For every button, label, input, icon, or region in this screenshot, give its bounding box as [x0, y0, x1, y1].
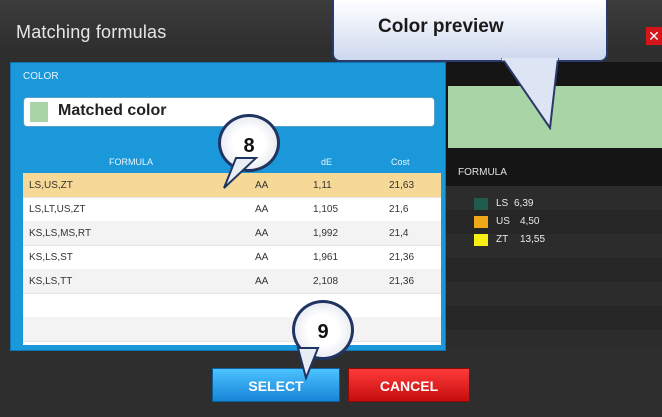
preview-formula-list: LS 6,39 US 4,50 ZT 13,55 [446, 186, 662, 349]
component-value: 4,50 [520, 216, 540, 227]
table-row[interactable]: LS,LT,US,ZT AA 1,105 21,6 [23, 197, 441, 222]
preview-formula-header: FORMULA [458, 167, 507, 178]
component-name: ZT [496, 234, 509, 245]
callout-text: Color preview [378, 16, 504, 37]
component-swatch [474, 234, 488, 246]
color-match-panel: COLOR Matched color FORMULA dE Cost LS,U… [10, 62, 446, 351]
cell-quality: AA [255, 252, 269, 263]
color-preview-callout: Color preview [332, 0, 608, 62]
cell-cost: 21,36 [389, 276, 415, 287]
cell-quality: AA [255, 276, 269, 287]
table-row-empty [23, 293, 441, 318]
cell-formula: KS,LS,MS,RT [29, 228, 92, 239]
component-value: 6,39 [514, 198, 534, 209]
cell-cost: 21,36 [389, 252, 415, 263]
header-de[interactable]: dE [321, 157, 332, 167]
close-button[interactable]: ✕ [646, 27, 662, 45]
table-row[interactable]: KS,LS,TT AA 2,108 21,36 [23, 269, 441, 294]
cell-cost: 21,6 [389, 204, 409, 215]
cell-de: 2,108 [313, 276, 339, 287]
table-row[interactable]: KS,LS,MS,RT AA 1,992 21,4 [23, 221, 441, 246]
color-label: COLOR [23, 71, 59, 82]
cell-de: 1,992 [313, 228, 339, 239]
table-row-empty [23, 317, 441, 342]
cell-de: 1,11 [313, 180, 332, 191]
cell-formula: LS,LT,US,ZT [29, 204, 86, 215]
matched-color-swatch [30, 102, 48, 122]
formula-table: LS,US,ZT AA 1,11 21,63 LS,LT,US,ZT AA 1,… [23, 173, 441, 345]
cell-quality: AA [255, 204, 269, 215]
badge-9-pointer-icon [296, 347, 320, 382]
cancel-button[interactable]: CANCEL [348, 368, 470, 402]
table-row[interactable]: KS,LS,ST AA 1,961 21,36 [23, 245, 441, 270]
matched-color-name: Matched color [58, 102, 167, 119]
cell-formula: KS,LS,TT [29, 276, 73, 287]
cell-quality: AA [255, 228, 269, 239]
callout-tail-icon [500, 58, 560, 130]
cell-de: 1,961 [313, 252, 339, 263]
component-value: 13,55 [520, 234, 546, 245]
component-swatch [474, 198, 488, 210]
component-swatch [474, 216, 488, 228]
header-formula[interactable]: FORMULA [109, 157, 153, 167]
component-name: LS [496, 198, 509, 209]
badge-8-pointer-icon [223, 157, 259, 189]
cell-formula: LS,US,ZT [29, 180, 73, 191]
cell-formula: KS,LS,ST [29, 252, 73, 263]
component-name: US [496, 216, 510, 227]
dialog-title: Matching formulas [16, 22, 167, 42]
cell-cost: 21,4 [389, 228, 409, 239]
header-cost[interactable]: Cost [391, 157, 410, 167]
cell-de: 1,105 [313, 204, 339, 215]
cell-cost: 21,63 [389, 180, 415, 191]
